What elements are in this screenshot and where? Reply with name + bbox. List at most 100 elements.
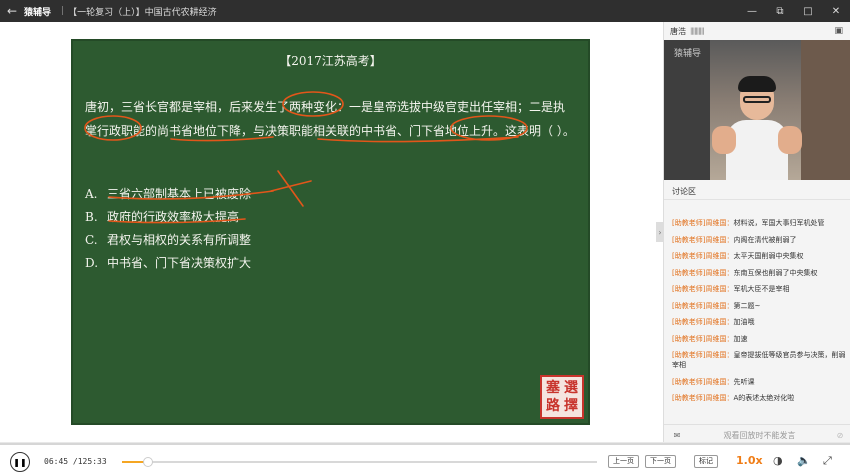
teacher-figure xyxy=(712,76,802,180)
title-separator: | xyxy=(61,6,65,16)
course-title: 【一轮复习（上）】中国古代农耕经济 xyxy=(68,7,217,18)
teacher-name: 唐浩 xyxy=(670,26,686,36)
seal-char: 路 xyxy=(546,398,560,414)
signal-bars: |||||||||| xyxy=(690,27,705,35)
chat-message: [助教老师]周维国：材料说，军国大事归军机处管 xyxy=(672,218,848,228)
option-key: A. xyxy=(85,187,98,201)
volume-icon[interactable]: 🔈 xyxy=(797,454,811,467)
camera-off-icon[interactable]: ▣ xyxy=(834,26,843,36)
cross-mark xyxy=(270,170,312,207)
close-icon[interactable]: ✕ xyxy=(822,0,850,22)
mark-button[interactable]: 标记 xyxy=(694,455,718,468)
chevron-right-icon[interactable]: › xyxy=(656,222,664,242)
chat-author: [助教老师]周维国： xyxy=(672,377,734,386)
chat-author: [助教老师]周维国： xyxy=(672,235,734,244)
option-text: 政府的行政效率极大提高 xyxy=(107,210,240,224)
chat-author: [助教老师]周维国： xyxy=(672,334,734,343)
chat-text: 先听课 xyxy=(733,377,755,386)
total-time: /125:33 xyxy=(72,457,107,466)
prev-page-button[interactable]: 上一页 xyxy=(608,455,639,468)
chat-list: [助教老师]周维国：材料说，军国大事归军机处管 [助教老师]周维国：内阁在清代被… xyxy=(672,218,848,410)
minimize-icon[interactable]: — xyxy=(738,0,766,22)
chat-text: 材料说，军国大事归军机处管 xyxy=(733,219,825,227)
seal-stamp: 塞選 路擇 xyxy=(540,375,584,419)
window-controls: — ⧉ □ ✕ xyxy=(738,0,850,22)
option-text: 中书省、门下省决策权扩大 xyxy=(107,256,252,270)
chat-author: [助教老师]周维国： xyxy=(672,318,734,326)
chat-message: [助教老师]周维国：军机大臣不是宰相 xyxy=(672,284,848,294)
chat-author: [助教老师]周维国： xyxy=(672,394,734,402)
next-page-button[interactable]: 下一页 xyxy=(645,455,676,468)
app-name: 猿辅导 xyxy=(24,7,52,18)
time-display: 06:45 /125:33 xyxy=(44,457,107,466)
video-background xyxy=(801,40,850,180)
side-panel: 唐浩 |||||||||| ▣ 猿辅导 讨论区 › [助教老师]周维国：材料说，… xyxy=(656,22,850,442)
forbidden-icon: ⊘ xyxy=(836,431,844,440)
option-b: B. 政府的行政效率极大提高 xyxy=(85,208,239,225)
fullscreen-icon[interactable]: ⤢ xyxy=(823,454,832,468)
teacher-hand xyxy=(778,126,802,154)
chat-author: [助教老师]周维国： xyxy=(672,301,734,310)
back-icon[interactable]: ← xyxy=(0,4,24,18)
seek-bar[interactable] xyxy=(122,457,597,467)
chat-text: 第二题~ xyxy=(733,301,761,310)
chat-message: [助教老师]周维国：A的表述太绝对化啦 xyxy=(672,393,848,403)
seal-char: 擇 xyxy=(564,398,578,414)
teacher-hair xyxy=(738,76,776,92)
chat-message: [助教老师]周维国：先听课 xyxy=(672,377,848,387)
courseware-stage: 【2017江苏高考】 唐初，三省长官都是宰相，后来发生了两种变化：一是皇帝选拔中… xyxy=(0,22,663,442)
chat-message: [助教老师]周维国：加油哦 xyxy=(672,317,848,327)
slide-title: 【2017江苏高考】 xyxy=(279,54,382,68)
chat-author: [助教老师]周维国： xyxy=(672,351,734,359)
current-time: 06:45 xyxy=(44,457,69,466)
chat-message: [助教老师]周维国：东南互保也削弱了中央集权 xyxy=(672,268,848,278)
teacher-body xyxy=(726,120,788,180)
restore-icon[interactable]: ⧉ xyxy=(766,0,794,22)
seal-char: 塞 xyxy=(546,380,560,396)
teacher-video: 猿辅导 xyxy=(664,40,850,180)
subtitle-icon[interactable]: ◑ xyxy=(773,454,783,467)
option-d: D. 中书省、门下省决策权扩大 xyxy=(85,254,251,271)
teacher-hand xyxy=(712,126,736,154)
question-text: 唐初，三省长官都是宰相，后来发生了两种变化：一是皇帝选拔中级官吏出任宰相；二是执… xyxy=(85,100,575,138)
chat-text: 东南互保也削弱了中央集权 xyxy=(733,268,818,277)
video-background xyxy=(664,40,710,180)
option-key: C. xyxy=(85,233,98,247)
chat-author: [助教老师]周维国： xyxy=(672,268,734,277)
chat-author: [助教老师]周维国： xyxy=(672,252,734,260)
chat-text: 内阁在清代被削弱了 xyxy=(733,235,797,244)
maximize-icon[interactable]: □ xyxy=(794,0,822,22)
teacher-glasses xyxy=(743,96,771,103)
option-a: A. 三省六部制基本上已被废除 xyxy=(85,185,251,202)
chat-message: [助教老师]周维国：第二题~ xyxy=(672,301,848,311)
chalkboard-slide: 【2017江苏高考】 唐初，三省长官都是宰相，后来发生了两种变化：一是皇帝选拔中… xyxy=(71,39,590,425)
video-watermark: 猿辅导 xyxy=(674,49,702,59)
chat-text: 太平天国削弱中央集权 xyxy=(733,252,804,260)
pause-icon[interactable]: ❚❚ xyxy=(10,452,30,472)
option-text: 三省六部制基本上已被废除 xyxy=(107,187,252,201)
chat-text: 加速 xyxy=(733,334,748,343)
chat-message: [助教老师]周维国：太平天国削弱中央集权 xyxy=(672,251,848,261)
option-c: C. 君权与相权的关系有所调整 xyxy=(85,231,251,248)
chat-text: A的表述太绝对化啦 xyxy=(733,394,795,402)
option-key: D. xyxy=(85,256,99,270)
chat-message: [助教老师]周维国：加速 xyxy=(672,334,848,344)
chat-author: [助教老师]周维国： xyxy=(672,285,734,293)
chat-text: 加油哦 xyxy=(733,318,755,326)
speed-button[interactable]: 1.0x xyxy=(736,454,763,467)
option-text: 君权与相权的关系有所调整 xyxy=(107,233,252,247)
chat-text: 军机大臣不是宰相 xyxy=(733,285,790,293)
chat-input-placeholder: 观看回放时不能发言 xyxy=(723,431,796,440)
chat-icon[interactable]: ✉ xyxy=(664,431,690,440)
player-controls: ❚❚ 06:45 /125:33 上一页 下一页 标记 1.0x ◑ 🔈 ⤢ xyxy=(0,442,850,476)
top-progress-line xyxy=(0,443,850,445)
seek-handle[interactable] xyxy=(142,457,153,467)
chat-author: [助教老师]周维国： xyxy=(672,219,734,227)
discussion-title: 讨论区 xyxy=(664,184,850,200)
title-bar: ← 猿辅导 | 【一轮复习（上）】中国古代农耕经济 — ⧉ □ ✕ xyxy=(0,0,850,22)
seal-char: 選 xyxy=(564,380,578,396)
option-key: B. xyxy=(85,210,98,224)
chat-message: [助教老师]周维国：内阁在清代被削弱了 xyxy=(672,235,848,245)
teacher-bar: 唐浩 |||||||||| ▣ xyxy=(664,22,850,40)
chat-message: [助教老师]周维国：皇帝提拔低等级官员参与决策，削弱宰相 xyxy=(672,350,848,370)
